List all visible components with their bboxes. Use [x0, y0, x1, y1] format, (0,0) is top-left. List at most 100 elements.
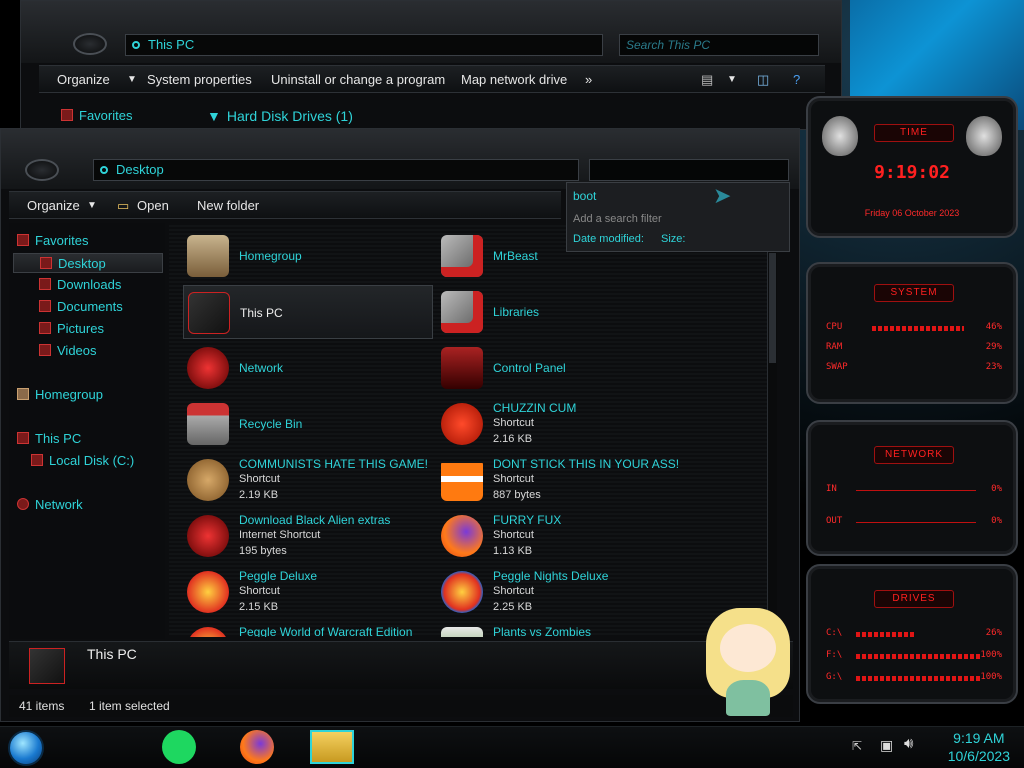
nav-pictures[interactable]: Pictures	[39, 319, 104, 339]
scrollbar-thumb[interactable]	[769, 253, 776, 363]
item-name: Homegroup	[239, 249, 302, 263]
front-address-text: Desktop	[116, 162, 164, 177]
item-download-extras[interactable]: Download Black Alien extras Internet Shor…	[183, 509, 433, 563]
drive-f-value: 100%	[980, 650, 1002, 660]
nav-desktop[interactable]: Desktop	[13, 253, 163, 273]
network-icon	[17, 498, 29, 510]
back-nav-favorites[interactable]: Favorites	[61, 106, 132, 126]
view-chevron-icon[interactable]: ▼	[727, 66, 737, 94]
item-chuzzin[interactable]: CHUZZIN CUM Shortcut 2.16 KB	[437, 397, 687, 451]
gadget-date: Friday 06 October 2023	[864, 208, 960, 218]
file-explorer-taskbar-icon[interactable]	[310, 730, 354, 764]
status-bar: 41 items 1 item selected	[9, 695, 793, 717]
item-name: Peggle Deluxe	[239, 569, 318, 583]
item-this-pc[interactable]: This PC	[183, 285, 433, 339]
new-folder-button[interactable]: New folder	[197, 192, 259, 220]
item-peggle-nights[interactable]: Peggle Nights Deluxe Shortcut 2.25 KB	[437, 565, 687, 619]
volume-icon[interactable]: 🔊︎	[904, 735, 913, 752]
nav-favorites[interactable]: Favorites	[17, 231, 88, 251]
help-icon[interactable]: ?	[793, 66, 800, 94]
item-peggle-deluxe[interactable]: Peggle Deluxe Shortcut 2.15 KB	[183, 565, 433, 619]
network-tray-icon[interactable]: ▣	[880, 737, 893, 754]
peggle-wow-icon	[187, 627, 229, 637]
item-name: Recycle Bin	[239, 417, 303, 431]
item-name: Control Panel	[493, 361, 566, 375]
firefox-taskbar-icon[interactable]	[240, 730, 274, 764]
item-homegroup[interactable]: Homegroup	[183, 229, 433, 283]
status-selection: 1 item selected	[89, 699, 170, 713]
nav-local-disk[interactable]: Local Disk (C:)	[31, 451, 134, 471]
back-address-bar[interactable]: This PC	[125, 34, 603, 56]
nav-this-pc-label: This PC	[35, 431, 82, 446]
taskbar-clock[interactable]: 9:19 AM 10/6/2023	[948, 729, 1010, 765]
drives-gadget-title: DRIVES	[874, 590, 954, 608]
this-pc-window[interactable]: This PC Search This PC Organize ▼ System…	[20, 0, 842, 130]
item-recycle-bin[interactable]: Recycle Bin	[183, 397, 433, 451]
organize-menu[interactable]: Organize	[57, 66, 110, 94]
item-peggle-wow[interactable]: Peggle World of Warcraft Edition	[183, 621, 433, 637]
item-furry-fux[interactable]: FURRY FUX Shortcut 1.13 KB	[437, 509, 687, 563]
plants-vs-zombies-icon	[441, 627, 483, 637]
item-size: 2.19 KB	[239, 489, 279, 501]
item-name: Libraries	[493, 305, 540, 319]
filter-size[interactable]: Size:	[661, 233, 685, 245]
taskbar: ⇱ ▣ 🔊︎ 9:19 AM 10/6/2023	[0, 726, 1024, 768]
front-search-input[interactable]	[589, 159, 789, 181]
system-properties-button[interactable]: System properties	[147, 66, 252, 94]
system-gadget-title: SYSTEM	[874, 284, 954, 302]
open-folder-icon[interactable]: ▭	[117, 192, 129, 220]
drive-f-label: F:\	[826, 650, 843, 660]
favorites-star-icon	[17, 234, 29, 246]
filter-date-modified[interactable]: Date modified:	[573, 233, 644, 245]
preview-pane-icon[interactable]: ◫	[757, 66, 769, 94]
map-network-drive-button[interactable]: Map network drive	[461, 66, 567, 94]
organize-chevron-icon[interactable]: ▼	[127, 66, 137, 94]
hard-disk-drives-group[interactable]: ▼ Hard Disk Drives (1)	[207, 106, 353, 126]
spotify-icon[interactable]	[162, 730, 196, 764]
front-nav-orb-icon[interactable]	[25, 159, 59, 181]
item-dont-stick[interactable]: DONT STICK THIS IN YOUR ASS! Shortcut 887 …	[437, 453, 687, 507]
item-control-panel[interactable]: Control Panel	[437, 341, 687, 395]
peggle-nights-icon	[441, 571, 483, 613]
homegroup-house-icon	[187, 235, 229, 277]
front-organize-menu[interactable]: Organize	[27, 192, 80, 220]
status-item-count: 41 items	[19, 699, 65, 713]
nav-this-pc[interactable]: This PC	[17, 429, 81, 449]
downloads-icon	[39, 278, 51, 290]
nav-videos[interactable]: Videos	[39, 341, 97, 361]
net-out-value: 0%	[991, 516, 1002, 526]
nav-documents[interactable]: Documents	[39, 297, 123, 317]
drive-c-label: C:\	[826, 628, 843, 638]
back-search-input[interactable]: Search This PC	[619, 34, 819, 56]
chuzzle-icon	[441, 403, 483, 445]
item-network[interactable]: Network	[183, 341, 433, 395]
show-hidden-icons-icon[interactable]: ⇱	[852, 739, 862, 753]
nav-downloads[interactable]: Downloads	[39, 275, 121, 295]
item-communists[interactable]: COMMUNISTS HATE THIS GAME! Shortcut 2.19 K…	[183, 453, 433, 507]
net-out-label: OUT	[826, 516, 843, 526]
item-pvz[interactable]: Plants vs Zombies	[437, 621, 687, 637]
libraries-icon	[441, 291, 483, 333]
item-type: Shortcut	[493, 529, 534, 541]
drives-gadget: DRIVES C:\ 26% F:\ 100% G:\ 100%	[806, 564, 1018, 704]
item-libraries[interactable]: Libraries	[437, 285, 687, 339]
item-name: COMMUNISTS HATE THIS GAME!	[239, 457, 428, 471]
front-address-bar[interactable]: Desktop	[93, 159, 579, 181]
uninstall-program-button[interactable]: Uninstall or change a program	[271, 66, 445, 94]
front-organize-chevron-icon[interactable]: ▼	[87, 192, 97, 220]
nav-homegroup[interactable]: Homegroup	[17, 385, 103, 405]
expand-group-icon: ▼	[207, 108, 221, 124]
scrollbar[interactable]	[767, 223, 777, 637]
item-name: Peggle Nights Deluxe	[493, 569, 609, 583]
more-commands-button[interactable]: »	[585, 66, 592, 94]
ram-row: RAM 29%	[826, 342, 1002, 356]
back-nav-orb-icon[interactable]	[73, 33, 107, 55]
search-history-item[interactable]: boot	[573, 189, 596, 203]
view-options-icon[interactable]: ▤	[701, 66, 713, 94]
open-button[interactable]: Open	[137, 192, 169, 220]
character-face	[720, 624, 776, 672]
drive-f-row: F:\ 100%	[826, 650, 1002, 664]
start-button[interactable]	[8, 730, 44, 766]
nav-network[interactable]: Network	[17, 495, 83, 515]
drive-g-row: G:\ 100%	[826, 672, 1002, 686]
